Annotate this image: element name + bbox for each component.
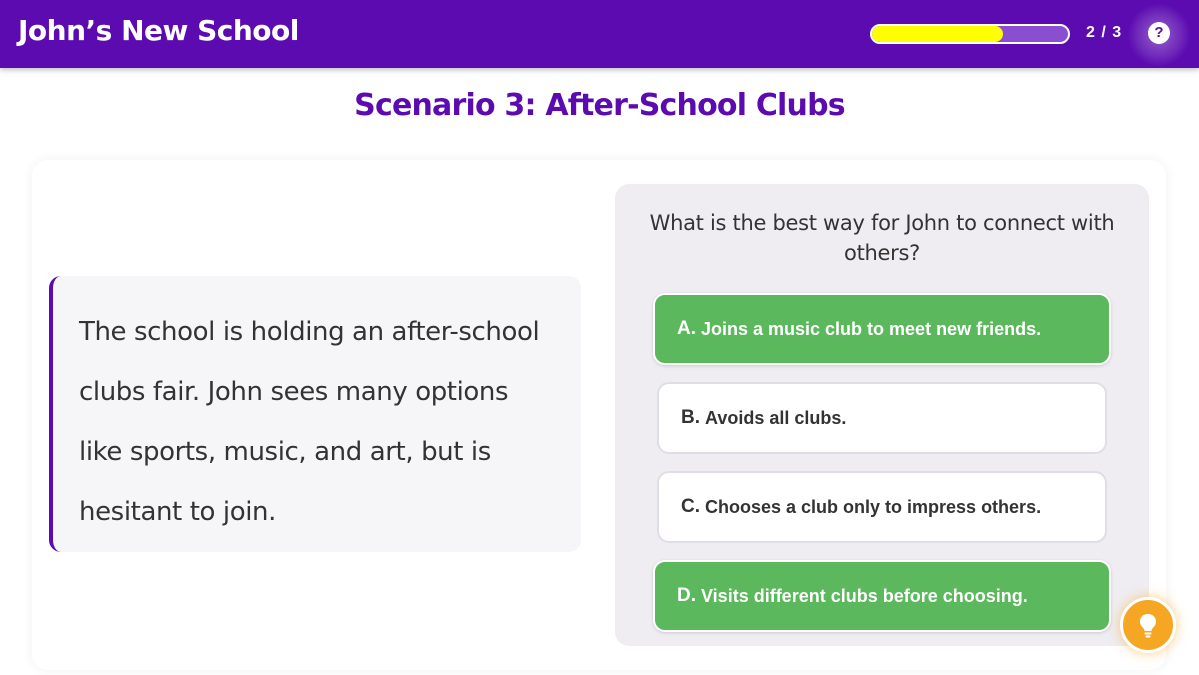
answer-option-b[interactable]: B. Avoids all clubs.: [657, 382, 1107, 454]
answer-option-a[interactable]: A. Joins a music club to meet new friend…: [653, 293, 1111, 365]
option-letter: D.: [677, 585, 696, 606]
option-text: Avoids all clubs.: [705, 407, 847, 428]
app-title: John’s New School: [18, 14, 299, 47]
progress-bar: [870, 24, 1070, 44]
option-text: Joins a music club to meet new friends.: [701, 318, 1042, 339]
option-letter: A.: [677, 318, 696, 339]
answer-option-c[interactable]: C. Chooses a club only to impress others…: [657, 471, 1107, 543]
story-text: The school is holding an after-school cl…: [79, 317, 540, 527]
story-box: The school is holding an after-school cl…: [49, 276, 581, 552]
progress-counter: 2 / 3: [1086, 24, 1123, 41]
option-text: Visits different clubs before choosing.: [701, 585, 1028, 606]
lightbulb-icon: [1140, 614, 1156, 638]
answer-option-d[interactable]: D. Visits different clubs before choosin…: [653, 560, 1111, 632]
option-letter: B.: [681, 407, 700, 428]
scenario-title: Scenario 3: After-School Clubs: [354, 88, 845, 123]
question-text: What is the best way for John to connect…: [649, 211, 1115, 265]
option-text: Chooses a club only to impress others.: [705, 496, 1042, 517]
app-header: John’s New School 2 / 3 ?: [0, 0, 1199, 68]
option-letter: C.: [681, 496, 700, 517]
help-button[interactable]: ?: [1148, 22, 1170, 44]
progress-bar-fill: [872, 26, 1004, 42]
hint-button[interactable]: [1120, 597, 1176, 653]
